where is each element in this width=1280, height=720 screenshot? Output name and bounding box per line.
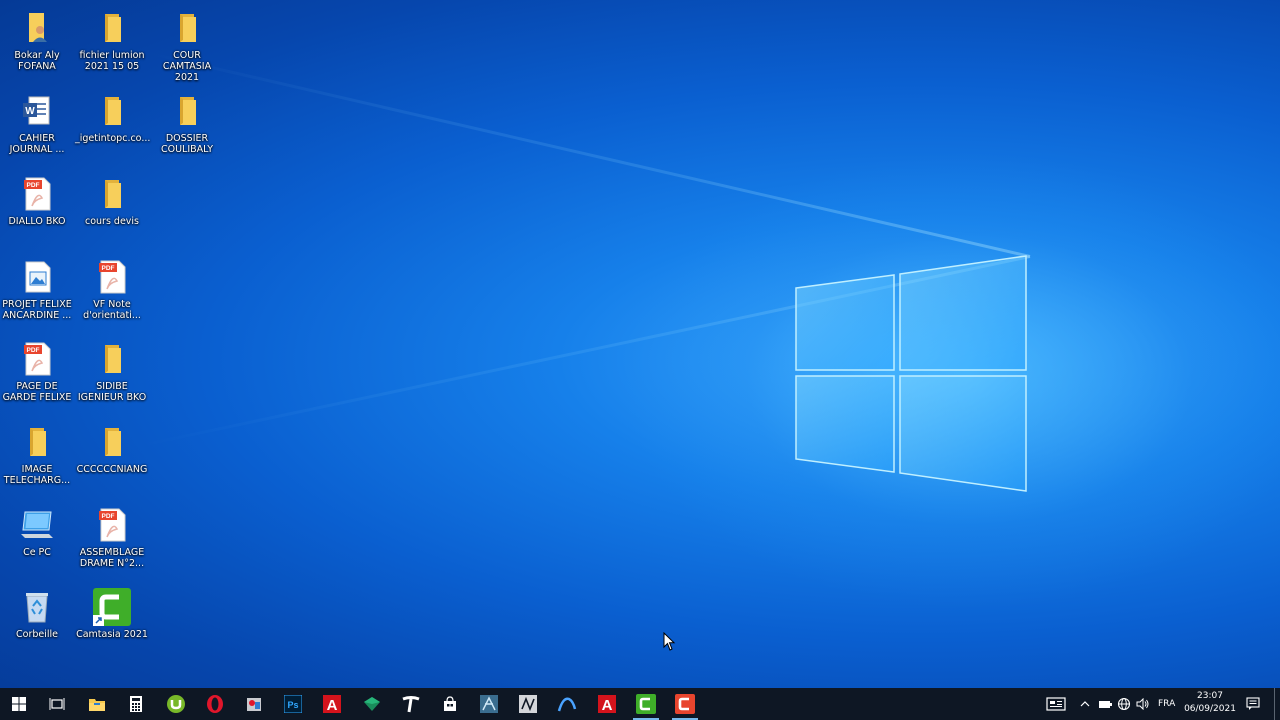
desktop-icon-label: SIDIBE IGENIEUR BKO (77, 381, 147, 403)
action-center-keyboard-icon[interactable] (1046, 688, 1066, 720)
show-desktop-button[interactable] (1274, 688, 1275, 720)
utorrent-icon[interactable] (157, 688, 195, 720)
pdf-icon: PDF (17, 174, 57, 214)
folder-icon (92, 174, 132, 214)
app-icon-2[interactable] (509, 688, 547, 720)
clock-date: 06/09/2021 (1184, 704, 1236, 714)
desktop-icon[interactable]: W CAHIER JOURNAL ... (0, 89, 74, 167)
image-icon (17, 257, 57, 297)
desktop-icon[interactable]: PDF DIALLO BKO (0, 172, 74, 250)
desktop-icon[interactable]: COUR CAMTASIA 2021 (150, 6, 224, 84)
desktop-icon[interactable]: cours devis (75, 172, 149, 250)
desktop-icon-label: PROJET FELIXE ANCARDINE ... (2, 299, 72, 321)
pdf-icon: PDF (92, 257, 132, 297)
folder-icon (167, 8, 207, 48)
windows-logo-wallpaper (795, 255, 1027, 492)
system-clock[interactable]: 23:07 06/09/2021 (1180, 690, 1240, 716)
svg-text:PDF: PDF (102, 513, 115, 520)
desktop-icon-label: Corbeille (16, 629, 58, 640)
start-icon[interactable] (0, 688, 38, 720)
desktop-icon-label: PAGE DE GARDE FELIXE (2, 381, 72, 403)
desktop-icon-label: _igetintopc.co... (75, 133, 151, 144)
svg-text:PDF: PDF (27, 182, 40, 189)
calculator-icon[interactable] (117, 688, 155, 720)
desktop-icon-label: CCCCCCNIANG (76, 464, 148, 475)
pdf-icon: PDF (17, 339, 57, 379)
desktop-icon[interactable]: IMAGE TELECHARG... (0, 420, 74, 498)
desktop-icon-label: fichier lumion 2021 15 05 (79, 50, 145, 72)
desktop-icon-label: DIALLO BKO (8, 216, 66, 227)
photoshop-icon[interactable]: Ps (274, 688, 312, 720)
desktop-icon[interactable]: fichier lumion 2021 15 05 (75, 6, 149, 84)
desktop[interactable]: Bokar Aly FOFANA fichier lumion 2021 15 0… (0, 0, 1280, 688)
battery-icon[interactable] (1098, 688, 1112, 720)
app-icon-1[interactable] (470, 688, 508, 720)
autocad-icon-2[interactable]: A (588, 688, 626, 720)
svg-text:PDF: PDF (102, 265, 115, 272)
folder-icon (92, 422, 132, 462)
folder-icon (17, 422, 57, 462)
opera-icon[interactable] (196, 688, 234, 720)
camtasia-icon[interactable] (627, 688, 665, 720)
autocad-icon[interactable]: A (313, 688, 351, 720)
desktop-icon[interactable]: CCCCCCNIANG (75, 420, 149, 498)
clock-time: 23:07 (1197, 691, 1223, 701)
desktop-icon-label: IMAGE TELECHARG... (3, 464, 71, 486)
desktop-icon[interactable]: Corbeille (0, 585, 74, 663)
computer-icon (17, 505, 57, 545)
chevron-up-icon[interactable] (1080, 688, 1090, 720)
file-explorer-icon[interactable] (78, 688, 116, 720)
svg-text:Ps: Ps (287, 700, 298, 710)
desktop-icon-label: CAHIER JOURNAL ... (9, 133, 65, 155)
desktop-icon[interactable]: PDF PAGE DE GARDE FELIXE (0, 337, 74, 415)
desktop-icon[interactable]: Camtasia 2021 (75, 585, 149, 663)
desktop-icon-label: Bokar Aly FOFANA (14, 50, 60, 72)
store-icon[interactable] (431, 688, 469, 720)
desktop-icon-label: cours devis (84, 216, 140, 227)
desktop-icon-label: Ce PC (23, 547, 51, 558)
user-folder-icon (17, 8, 57, 48)
desktop-icon-label: DOSSIER COULIBALY (160, 133, 213, 155)
sketchup-icon[interactable] (353, 688, 391, 720)
camtasia-shortcut-icon (92, 587, 132, 627)
folder-icon (92, 339, 132, 379)
folder-icon (92, 91, 132, 131)
desktop-icon-label: COUR CAMTASIA 2021 (162, 50, 212, 83)
tools-icon[interactable] (235, 688, 273, 720)
desktop-icon-label: ASSEMBLAGE DRAME N°2... (79, 547, 145, 569)
language-indicator[interactable]: FRA (1158, 688, 1175, 720)
svg-text:A: A (602, 697, 613, 713)
svg-text:W: W (25, 106, 35, 117)
desktop-icon[interactable]: _igetintopc.co... (75, 89, 151, 167)
task-view-icon[interactable] (38, 688, 76, 720)
word-document-icon: W (17, 91, 57, 131)
desktop-icon[interactable]: SIDIBE IGENIEUR BKO (75, 337, 149, 415)
desktop-icon[interactable]: Ce PC (0, 503, 74, 581)
desktop-icon-label: VF Note d'orientati... (83, 299, 141, 321)
desktop-icon[interactable]: Bokar Aly FOFANA (0, 6, 74, 84)
desktop-icon[interactable]: DOSSIER COULIBALY (150, 89, 224, 167)
mouse-cursor (663, 632, 676, 651)
typora-icon[interactable] (392, 688, 430, 720)
camtasia-recorder-icon[interactable] (666, 688, 704, 720)
folder-icon (92, 8, 132, 48)
desktop-icon-label: Camtasia 2021 (76, 629, 148, 640)
wave-app-icon[interactable] (548, 688, 586, 720)
folder-icon (167, 91, 207, 131)
svg-text:A: A (327, 697, 338, 713)
notifications-icon[interactable] (1246, 688, 1260, 720)
recycle-bin-icon (17, 587, 57, 627)
volume-icon[interactable] (1136, 688, 1150, 720)
network-globe-icon[interactable] (1117, 688, 1131, 720)
taskbar: Ps A A FRA 23:07 06/09/2021 (0, 688, 1280, 720)
svg-text:PDF: PDF (27, 347, 40, 354)
desktop-icon[interactable]: PDF ASSEMBLAGE DRAME N°2... (75, 503, 149, 581)
desktop-icon[interactable]: PDF VF Note d'orientati... (75, 255, 149, 333)
pdf-icon: PDF (92, 505, 132, 545)
desktop-icon[interactable]: PROJET FELIXE ANCARDINE ... (0, 255, 74, 333)
